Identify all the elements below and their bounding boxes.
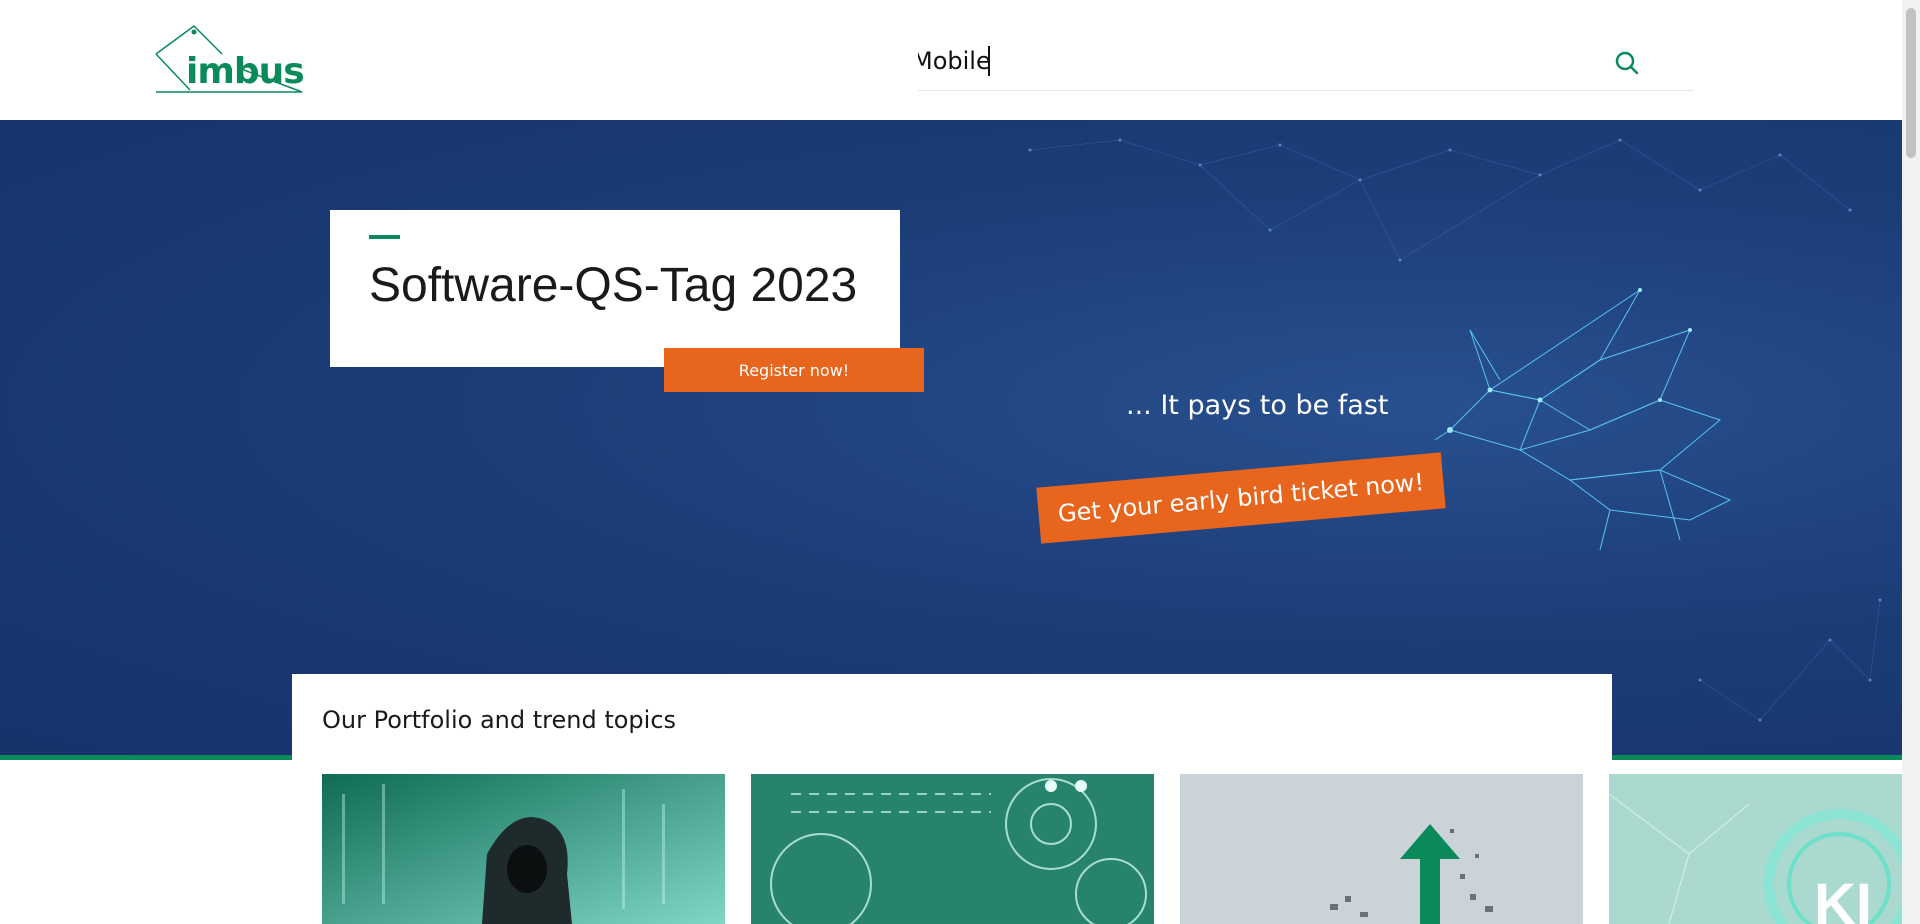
ki-label: KI: [1814, 872, 1872, 924]
event-title-box: Software-QS-Tag 2023: [330, 210, 900, 367]
text-caret: [988, 46, 990, 76]
register-now-button[interactable]: Register now!: [664, 348, 924, 392]
event-title: Software-QS-Tag 2023: [369, 259, 858, 312]
portfolio-tile-ki[interactable]: KI: [1609, 774, 1902, 924]
hacker-image: [322, 774, 725, 924]
search-button[interactable]: [1610, 46, 1644, 80]
site-header: imbus: [0, 0, 1902, 120]
search-bar: [918, 40, 1694, 91]
hero-banner[interactable]: Software-QS-Tag 2023 Register now! ... I…: [0, 120, 1902, 756]
portfolio-tile-growth[interactable]: [1180, 774, 1583, 924]
portfolio-tile-security[interactable]: [322, 774, 725, 924]
search-icon: [1615, 51, 1639, 75]
scrollbar-thumb[interactable]: [1906, 8, 1916, 158]
vertical-scrollbar[interactable]: [1902, 0, 1920, 924]
portfolio-tile-automation[interactable]: [751, 774, 1154, 924]
growth-arrow-image: [1180, 774, 1583, 924]
gears-image: [751, 774, 1154, 924]
title-accent-bar: [369, 235, 400, 239]
bird-graphic: [1434, 288, 1732, 551]
hero-tagline: ... It pays to be fast: [1126, 390, 1389, 421]
portfolio-heading: Our Portfolio and trend topics: [322, 706, 677, 734]
ki-image: KI: [1609, 774, 1902, 924]
imbus-logo[interactable]: imbus: [154, 24, 305, 98]
search-input[interactable]: [918, 40, 1598, 82]
logo-wordmark: imbus: [186, 51, 305, 92]
